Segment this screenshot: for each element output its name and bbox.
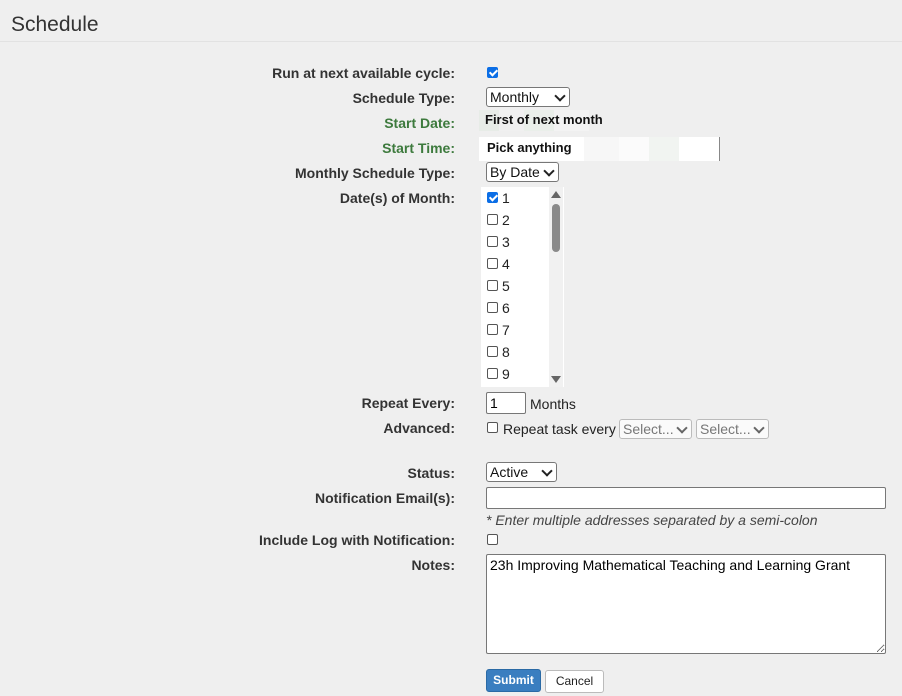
status-select[interactable]: Active [486,462,557,482]
submit-button[interactable]: Submit [486,669,541,692]
date-checkbox[interactable] [487,346,498,357]
page-title: Schedule [11,13,99,36]
start-time-value: Pick anything [487,140,572,155]
scroll-down-arrow-icon[interactable] [551,376,561,383]
run-next-label: Run at next available cycle: [272,65,455,81]
cancel-button[interactable]: Cancel [545,670,604,693]
run-next-checkbox[interactable] [487,67,498,78]
repeat-every-unit: Months [530,396,576,412]
chevron-down-icon [543,165,555,177]
repeat-interval-select[interactable]: Select... [619,419,692,439]
scroll-up-arrow-icon[interactable] [551,191,561,198]
date-checkbox[interactable] [487,236,498,247]
advanced-label: Advanced: [383,420,455,436]
notes-textarea[interactable]: 23h Improving Mathematical Teaching and … [486,554,886,654]
date-label: 7 [502,322,510,338]
date-label: 1 [502,190,510,206]
date-checkbox[interactable] [487,302,498,313]
dates-of-month-label: Date(s) of Month: [339,190,455,206]
date-label: 6 [502,300,510,316]
monthly-schedule-type-value: By Date [490,164,540,180]
notes-label: Notes: [411,557,455,573]
status-value: Active [490,464,529,480]
scroll-thumb[interactable] [552,204,560,252]
status-label: Status: [407,465,455,481]
chevron-down-icon [541,465,553,477]
repeat-task-checkbox[interactable] [487,422,498,433]
include-log-label: Include Log with Notification: [259,532,455,548]
dates-scrollbar[interactable] [549,187,563,387]
date-label: 5 [502,278,510,294]
date-checkbox[interactable] [487,192,498,203]
start-date-value: First of next month [485,112,603,127]
date-checkbox[interactable] [487,324,498,335]
start-time-label: Start Time: [382,140,455,156]
start-time-field[interactable]: Pick anything [479,137,720,161]
date-label: 2 [502,212,510,228]
repeat-interval-value: Select... [623,421,674,437]
repeat-unit-select[interactable]: Select... [696,419,769,439]
chevron-down-icon [753,422,765,434]
date-label: 8 [502,344,510,360]
repeat-task-label: Repeat task every [503,421,616,437]
start-date-field[interactable]: First of next month [479,110,674,131]
monthly-schedule-type-select[interactable]: By Date [486,162,559,182]
date-label: 3 [502,234,510,250]
schedule-type-select[interactable]: Monthly [486,87,570,107]
monthly-schedule-type-label: Monthly Schedule Type: [295,165,455,181]
notification-email-hint: * Enter multiple addresses separated by … [486,512,818,528]
title-divider [0,41,902,42]
chevron-down-icon [554,90,566,102]
date-checkbox[interactable] [487,280,498,291]
date-label: 4 [502,256,510,272]
include-log-checkbox[interactable] [487,534,498,545]
chevron-down-icon [676,422,688,434]
repeat-every-input[interactable] [486,392,526,414]
schedule-type-label: Schedule Type: [352,90,455,106]
date-checkbox[interactable] [487,368,498,379]
notification-email-input[interactable] [486,487,886,509]
repeat-every-label: Repeat Every: [361,395,455,411]
notification-email-label: Notification Email(s): [314,490,455,506]
date-checkbox[interactable] [487,258,498,269]
schedule-type-value: Monthly [490,89,540,105]
date-checkbox[interactable] [487,214,498,225]
start-date-label: Start Date: [384,115,455,131]
date-label: 9 [502,366,510,382]
repeat-unit-value: Select... [700,421,751,437]
